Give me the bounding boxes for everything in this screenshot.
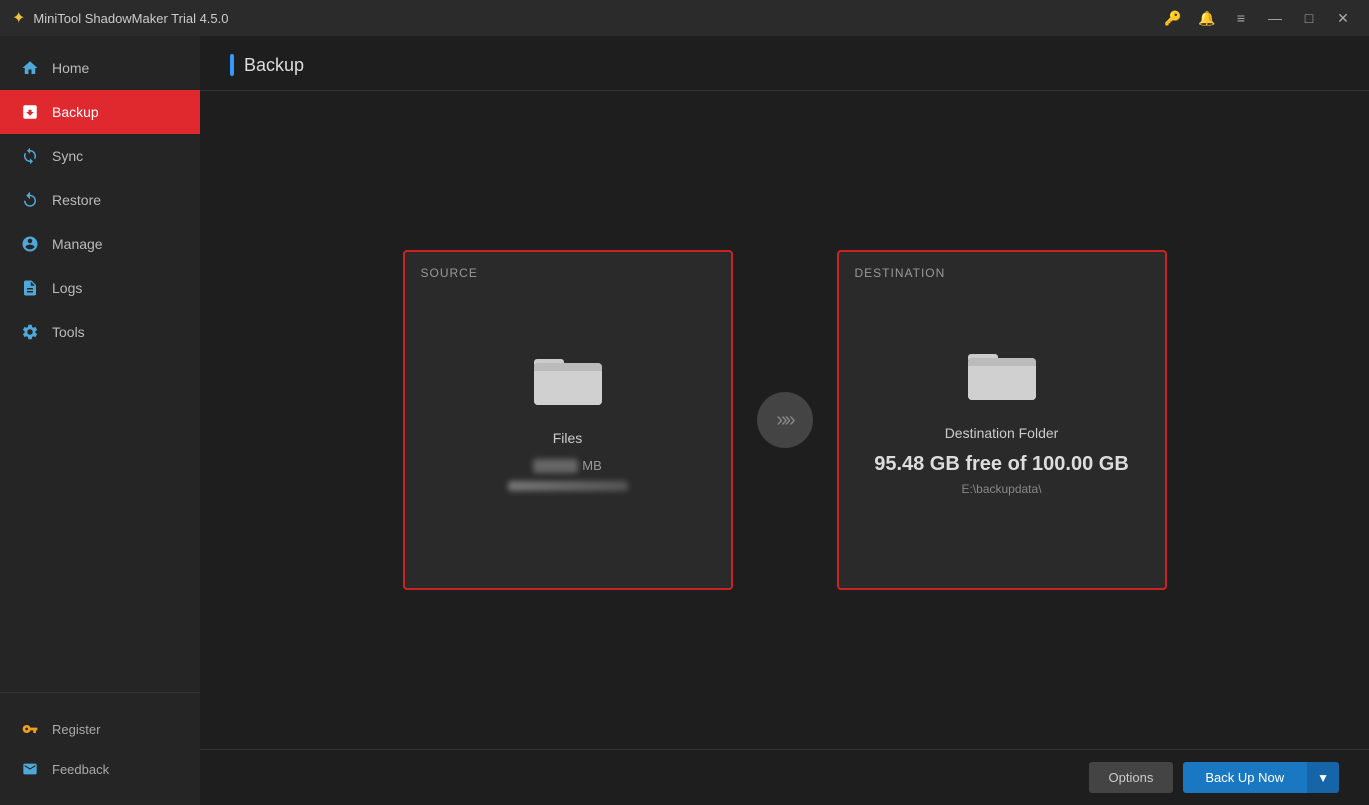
sidebar-item-feedback-label: Feedback: [52, 762, 109, 777]
sidebar-footer: Register Feedback: [0, 692, 200, 805]
sidebar-item-feedback[interactable]: Feedback: [0, 749, 200, 789]
backup-now-button[interactable]: Back Up Now: [1183, 762, 1306, 793]
key-icon[interactable]: 🔑: [1159, 4, 1187, 32]
header-accent: [230, 54, 234, 76]
title-bar: ✦ MiniTool ShadowMaker Trial 4.5.0 🔑 🔔 ≡…: [0, 0, 1369, 36]
sidebar-item-logs[interactable]: Logs: [0, 266, 200, 310]
sidebar-item-backup[interactable]: Backup: [0, 90, 200, 134]
main-content: Backup SOURCE Files MB: [200, 36, 1369, 805]
minimize-button[interactable]: —: [1261, 4, 1289, 32]
backup-button-group: Back Up Now ▼: [1183, 762, 1339, 793]
destination-folder-icon: [966, 344, 1038, 409]
sidebar-item-restore[interactable]: Restore: [0, 178, 200, 222]
source-panel[interactable]: SOURCE Files MB: [403, 250, 733, 590]
sidebar-item-register[interactable]: Register: [0, 709, 200, 749]
sidebar-item-manage[interactable]: Manage: [0, 222, 200, 266]
sidebar-item-backup-label: Backup: [52, 104, 99, 120]
destination-panel[interactable]: DESTINATION Destination Folder 95.48 GB …: [837, 250, 1167, 590]
source-bar: [508, 481, 628, 491]
arrow-icon: »»: [776, 409, 792, 432]
tools-icon: [20, 322, 40, 342]
app-body: Home Backup Sync Restore: [0, 36, 1369, 805]
maximize-button[interactable]: □: [1295, 4, 1323, 32]
destination-path: E:\backupdata\: [961, 482, 1041, 496]
backup-dropdown-button[interactable]: ▼: [1306, 762, 1339, 793]
arrow-indicator: »»: [757, 392, 813, 448]
restore-icon: [20, 190, 40, 210]
page-title: Backup: [244, 55, 304, 76]
sidebar-item-manage-label: Manage: [52, 236, 103, 252]
sidebar: Home Backup Sync Restore: [0, 36, 200, 805]
app-title: MiniTool ShadowMaker Trial 4.5.0: [33, 11, 1159, 26]
sidebar-item-home[interactable]: Home: [0, 46, 200, 90]
destination-free-space: 95.48 GB free of 100.00 GB: [874, 453, 1129, 476]
backup-panels: SOURCE Files MB »»: [200, 91, 1369, 749]
sidebar-nav: Home Backup Sync Restore: [0, 36, 200, 692]
register-icon: [20, 719, 40, 739]
app-logo-icon: ✦: [12, 8, 25, 28]
home-icon: [20, 58, 40, 78]
source-folder-icon: [532, 349, 604, 414]
source-size-blur: [533, 459, 578, 473]
logs-icon: [20, 278, 40, 298]
options-button[interactable]: Options: [1089, 762, 1174, 793]
source-label: SOURCE: [421, 266, 478, 280]
destination-name: Destination Folder: [945, 425, 1059, 441]
sync-icon: [20, 146, 40, 166]
destination-label: DESTINATION: [855, 266, 946, 280]
sidebar-item-sync-label: Sync: [52, 148, 83, 164]
sidebar-item-home-label: Home: [52, 60, 89, 76]
source-size: MB: [533, 458, 602, 473]
bottom-bar: Options Back Up Now ▼: [200, 749, 1369, 805]
close-button[interactable]: ✕: [1329, 4, 1357, 32]
source-name: Files: [553, 430, 583, 446]
feedback-icon: [20, 759, 40, 779]
page-header: Backup: [200, 36, 1369, 91]
sidebar-item-tools[interactable]: Tools: [0, 310, 200, 354]
sidebar-item-sync[interactable]: Sync: [0, 134, 200, 178]
menu-icon[interactable]: ≡: [1227, 4, 1255, 32]
backup-icon: [20, 102, 40, 122]
manage-icon: [20, 234, 40, 254]
sidebar-item-register-label: Register: [52, 722, 100, 737]
sidebar-item-logs-label: Logs: [52, 280, 82, 296]
window-controls: 🔑 🔔 ≡ — □ ✕: [1159, 4, 1357, 32]
sidebar-item-restore-label: Restore: [52, 192, 101, 208]
sidebar-item-tools-label: Tools: [52, 324, 85, 340]
bell-icon[interactable]: 🔔: [1193, 4, 1221, 32]
